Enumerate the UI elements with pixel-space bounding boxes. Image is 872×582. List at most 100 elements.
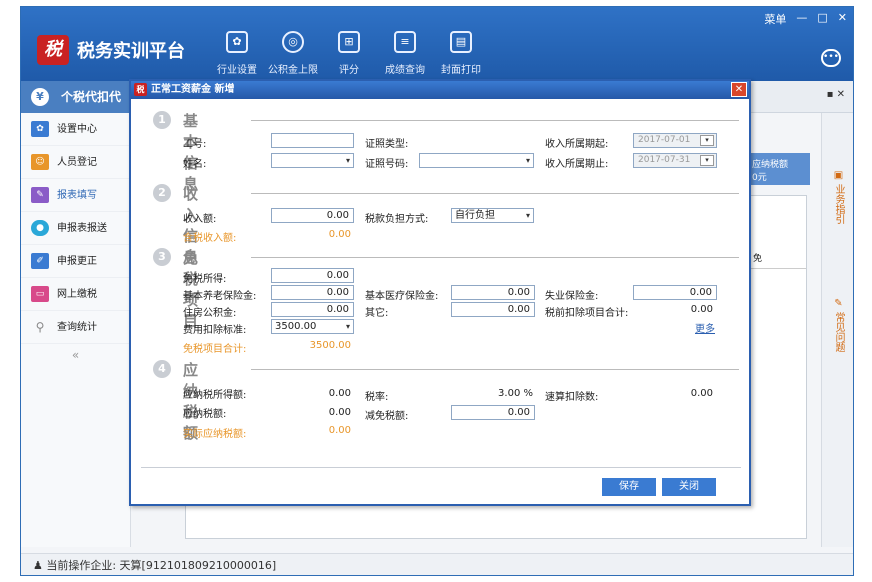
sidebar-item-submit[interactable]: ● 申报表报送 [21, 212, 130, 245]
minimize-button[interactable]: — [796, 11, 807, 27]
restore-button[interactable]: □ [817, 11, 827, 27]
close-window-button[interactable]: ✕ [838, 11, 847, 27]
section-number: 1 [153, 111, 171, 129]
rate-value: 3.00 % [498, 388, 533, 399]
section-number: 2 [153, 184, 171, 202]
burden-label: 税款负担方式: [365, 214, 429, 225]
sidebar-item-settings-center[interactable]: ✿ 设置中心 [21, 113, 130, 146]
chevron-down-icon[interactable]: ▾ [700, 155, 714, 166]
sidebar-item-form-filling[interactable]: ✎ 报表填写 [21, 179, 130, 212]
dialog-close-icon[interactable]: ✕ [731, 82, 747, 97]
exempt-income-label: 免税所得: [183, 274, 227, 285]
payable-value: 0.00 [328, 407, 351, 418]
chevron-down-icon: ▾ [525, 156, 530, 165]
divider [251, 257, 739, 258]
tax-summary-card: 应纳税额 0元 [748, 153, 810, 185]
income-input[interactable]: 0.00 [271, 208, 354, 223]
save-button[interactable]: 保存 [602, 478, 656, 496]
exempt-total-value: 3500.00 [309, 340, 351, 351]
faq-button[interactable]: ✎ 常见问题 [822, 281, 853, 369]
coin-icon: ◎ [282, 31, 304, 53]
status-bar: ♟ 当前操作企业: 天算[912101809210000016] [21, 553, 853, 575]
nav-grade-query[interactable]: ≡ 成绩查询 [379, 31, 431, 76]
unemployment-input[interactable]: 0.00 [633, 285, 717, 300]
window-controls: 菜单 — □ ✕ [764, 11, 847, 27]
actual-tax-value: 0.00 [328, 425, 351, 436]
divider [251, 193, 739, 194]
chevron-down-icon[interactable]: ▾ [700, 135, 714, 146]
section-title: 基本信息 [183, 112, 199, 193]
more-link[interactable]: 更多 [695, 320, 715, 335]
module-close-button[interactable]: ▪ ✕ [827, 89, 845, 100]
deduction-label: 费用扣除标准: [183, 325, 247, 336]
chevron-down-icon: ▾ [345, 322, 350, 331]
nav-score[interactable]: ⊞ 评分 [323, 31, 375, 76]
medical-input[interactable]: 0.00 [451, 285, 535, 300]
user-icon: ♟ [33, 559, 47, 572]
unemployment-label: 失业保险金: [545, 291, 599, 302]
chevron-down-icon: ▾ [345, 156, 350, 165]
period-start-label: 收入所属期起: [545, 139, 609, 150]
divider [251, 369, 739, 370]
tax-logo-icon: 税 [134, 83, 147, 96]
yen-icon: ¥ [31, 88, 49, 106]
nav-cover-print[interactable]: ▤ 封面打印 [435, 31, 487, 76]
period-start-date[interactable]: 2017-07-01 ▾ [633, 133, 717, 148]
pension-input[interactable]: 0.00 [271, 285, 354, 300]
section-number: 3 [153, 248, 171, 266]
exempt-total-label: 免税项目合计: [183, 344, 247, 355]
gear-icon: ✿ [226, 31, 248, 53]
name-select[interactable]: ▾ [271, 153, 354, 168]
period-end-label: 收入所属期止: [545, 159, 609, 170]
nav-fund-limit[interactable]: ◎ 公积金上限 [267, 31, 319, 76]
app-logo: 税 [37, 35, 69, 65]
pretax-total-label: 税前扣除项目合计: [545, 308, 629, 319]
grid-icon: ⊞ [338, 31, 360, 53]
name-label: 姓名: [183, 159, 207, 170]
sidebar-item-online-pay[interactable]: ▭ 网上缴税 [21, 278, 130, 311]
nav-industry-settings[interactable]: ✿ 行业设置 [211, 31, 263, 76]
print-icon: ▤ [450, 31, 472, 53]
sidebar-item-personnel[interactable]: ☺ 人员登记 [21, 146, 130, 179]
payable-label: 应纳税额: [183, 409, 227, 420]
salary-dialog: 税 正常工资薪金 新增 ✕ 1 基本信息 工号: 证照类型: 收入所属期起: 2… [129, 79, 751, 506]
id-type-label: 证照类型: [365, 139, 409, 150]
close-button[interactable]: 关闭 [662, 478, 716, 496]
sidebar: ✿ 设置中心 ☺ 人员登记 ✎ 报表填写 ● 申报表报送 ✐ 申报更正 ▭ 网上缴税 ⚲ 查询… [21, 113, 131, 547]
business-guide-button[interactable]: ▣ 业务指引 [822, 153, 853, 241]
quick-deduction-label: 速算扣除数: [545, 392, 599, 403]
reduction-input[interactable]: 0.00 [451, 405, 535, 420]
person-icon: ☺ [31, 154, 49, 170]
current-company: 当前操作企业: 天算[912101809210000016] [46, 559, 277, 572]
edit-icon: ✐ [31, 253, 49, 269]
housing-label: 住房公积金: [183, 308, 237, 319]
other-input[interactable]: 0.00 [451, 302, 535, 317]
right-rail: ▣ 业务指引 ✎ 常见问题 [821, 113, 853, 547]
burden-select[interactable]: 自行负担 ▾ [451, 208, 534, 223]
section-number: 4 [153, 360, 171, 378]
dialog-title: 正常工资薪金 新增 [151, 84, 235, 95]
id-no-select[interactable]: ▾ [419, 153, 534, 168]
exempt-income-input[interactable]: 0.00 [271, 268, 354, 283]
period-end-date[interactable]: 2017-07-31 ▾ [633, 153, 717, 168]
sidebar-collapse-button[interactable]: « [21, 344, 130, 366]
list-icon: ≡ [394, 31, 416, 53]
title-bar: 税 税务实训平台 ✿ 行业设置 ◎ 公积金上限 ⊞ 评分 ≡ 成绩查询 ▤ 封面打印 菜单… [21, 7, 853, 81]
pay-icon: ▭ [31, 286, 49, 302]
id-no-label: 证照号码: [365, 159, 409, 170]
sidebar-item-query[interactable]: ⚲ 查询统计 [21, 311, 130, 344]
reduction-label: 减免税额: [365, 411, 409, 422]
housing-input[interactable]: 0.00 [271, 302, 354, 317]
pension-label: 基本养老保险金: [183, 291, 257, 302]
module-tab[interactable]: ¥ 个税代扣代 [21, 81, 131, 113]
emp-no-label: 工号: [183, 139, 207, 150]
taxable-label: 应纳税所得额: [183, 390, 247, 401]
menu-button[interactable]: 菜单 [764, 11, 786, 27]
emp-no-input[interactable] [271, 133, 354, 148]
chat-icon[interactable]: ••• [821, 49, 841, 67]
form-icon: ✎ [31, 187, 49, 203]
upload-icon: ● [31, 220, 49, 236]
sidebar-item-correction[interactable]: ✐ 申报更正 [21, 245, 130, 278]
deduction-select[interactable]: 3500.00 ▾ [271, 319, 354, 334]
taxable-income-value: 0.00 [328, 229, 351, 240]
